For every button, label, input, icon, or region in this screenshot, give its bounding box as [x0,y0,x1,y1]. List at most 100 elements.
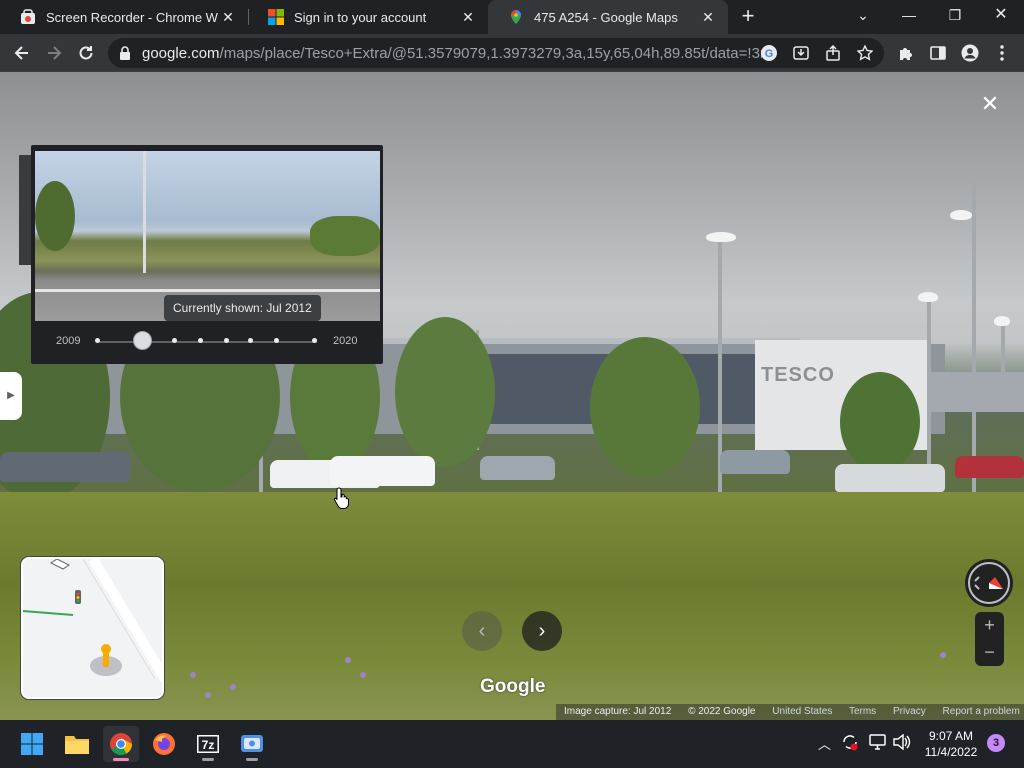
system-clock[interactable]: 9:07 AM 11/4/2022 [918,728,984,760]
timeline-dot[interactable] [274,338,279,343]
lamp-head [918,292,938,302]
wildflower [345,657,351,663]
profile-button[interactable] [956,39,984,67]
country-link[interactable]: United States [772,706,832,717]
compass-icon [968,562,1010,604]
start-button[interactable] [14,726,50,762]
compass-button[interactable] [965,559,1013,607]
taskbar-firefox[interactable] [146,726,182,762]
tree [395,317,495,467]
parked-van [330,456,435,486]
close-tab-icon[interactable]: ✕ [458,9,478,26]
notification-badge[interactable]: 3 [987,734,1005,752]
close-tab-icon[interactable]: ✕ [698,9,718,26]
privacy-link[interactable]: Privacy [893,706,926,717]
timeline-dot[interactable] [312,338,317,343]
chrome-menu-button[interactable] [988,39,1016,67]
previous-photo-button[interactable]: ‹ [462,611,502,651]
tab-google-maps[interactable]: 475 A254 - Google Maps ✕ [488,0,728,34]
volume-icon[interactable] [893,733,911,753]
chrome-web-store-icon [21,9,35,24]
sync-status-icon[interactable] [841,733,859,754]
url-path: /maps/place/Tesco+Extra/@51.3579079,1.39… [219,45,762,62]
parked-car [955,456,1024,478]
timeline-dot[interactable] [198,338,203,343]
taskbar-file-explorer[interactable] [59,726,95,762]
close-street-view-button[interactable]: ✕ [978,92,1002,116]
7zip-icon: 7z [197,735,219,753]
lamp-post [143,151,146,273]
tab-search-chevron-icon[interactable]: ⌄ [840,0,886,30]
extensions-button[interactable] [892,39,920,67]
windows-start-icon [21,733,43,755]
historic-imagery-preview[interactable]: Currently shown: Jul 2012 [35,151,380,321]
terms-link[interactable]: Terms [849,706,876,717]
google-lens-icon[interactable]: G [759,43,779,63]
next-photo-button[interactable]: › [522,611,562,651]
reload-button[interactable] [72,39,100,67]
browser-toolbar: google.com/maps/place/Tesco+Extra/@51.35… [0,34,1024,72]
report-problem-link[interactable]: Report a problem [943,706,1020,717]
bookmark-star-icon[interactable] [855,43,875,63]
tree [35,181,75,251]
side-panel-button[interactable] [924,39,952,67]
show-hidden-icons-button[interactable]: ︿ [818,734,831,753]
parked-car [480,456,555,480]
install-app-icon[interactable] [791,43,811,63]
address-bar[interactable]: google.com/maps/place/Tesco+Extra/@51.35… [108,38,884,68]
minimize-button[interactable]: — [886,0,932,30]
back-button[interactable] [8,39,36,67]
svg-text:G: G [765,48,774,60]
timeline-dot[interactable] [172,338,177,343]
forward-button[interactable] [40,39,68,67]
running-app-indicator [246,758,258,761]
google-logo: Google [480,676,546,697]
url-text[interactable]: google.com/maps/place/Tesco+Extra/@51.35… [142,45,762,62]
microsoft-icon [268,9,284,25]
tab-sign-in[interactable]: Sign in to your account ✕ [248,0,488,34]
timeline-dot[interactable] [248,338,253,343]
wildflower [190,672,196,678]
window-close-button[interactable]: ✕ [978,0,1024,30]
currently-shown-tooltip: Currently shown: Jul 2012 [164,295,321,321]
lock-icon[interactable] [118,45,132,61]
timeline-slider-handle[interactable] [133,331,152,350]
lamp-post [927,297,931,487]
new-tab-button[interactable]: + [736,4,760,28]
hand-cursor-icon [333,487,349,509]
tab-title: 475 A254 - Google Maps [534,9,678,25]
taskbar-chrome[interactable] [103,726,139,762]
url-host: google.com [142,45,220,62]
attribution-bar: Image capture: Jul 2012 © 2022 Google Un… [556,704,1024,720]
panel-shadow [19,155,31,265]
clock-time: 9:07 AM [928,729,974,743]
street-view-minimap[interactable] [21,557,164,699]
restore-button[interactable]: ❐ [932,0,978,30]
wildflower [940,652,946,658]
copyright-text: © 2022 Google [688,706,756,717]
lamp-post [1001,320,1005,400]
timeline-track[interactable] [97,341,317,343]
tab-title: Screen Recorder - Chrome Web S [46,9,218,25]
share-icon[interactable] [823,43,843,63]
zoom-in-button[interactable]: + [975,612,1004,639]
taskbar-screen-recorder[interactable] [234,726,270,762]
close-tab-icon[interactable]: ✕ [218,9,238,26]
street-view-canvas[interactable]: TESCO Currently shown: Jul 2012 2009 202… [0,72,1024,720]
timeline-dot[interactable] [95,338,100,343]
puzzle-icon [900,48,912,60]
tab-screen-recorder[interactable]: Screen Recorder - Chrome Web S ✕ [0,0,248,34]
wildflower [360,672,366,678]
side-panel-icon [930,46,946,60]
expand-side-panel-button[interactable]: ▶ [0,372,22,420]
zoom-out-button[interactable]: − [975,639,1004,666]
taskbar-7zip[interactable]: 7z [190,726,226,762]
time-travel-panel: Currently shown: Jul 2012 2009 2020 [19,145,383,364]
lamp-head [706,232,736,242]
timeline-dot[interactable] [224,338,229,343]
running-app-indicator [202,758,214,761]
network-icon[interactable] [869,734,887,753]
wildflower [230,684,236,690]
arrow-left-icon [14,46,28,60]
kebab-menu-icon [1000,45,1004,61]
